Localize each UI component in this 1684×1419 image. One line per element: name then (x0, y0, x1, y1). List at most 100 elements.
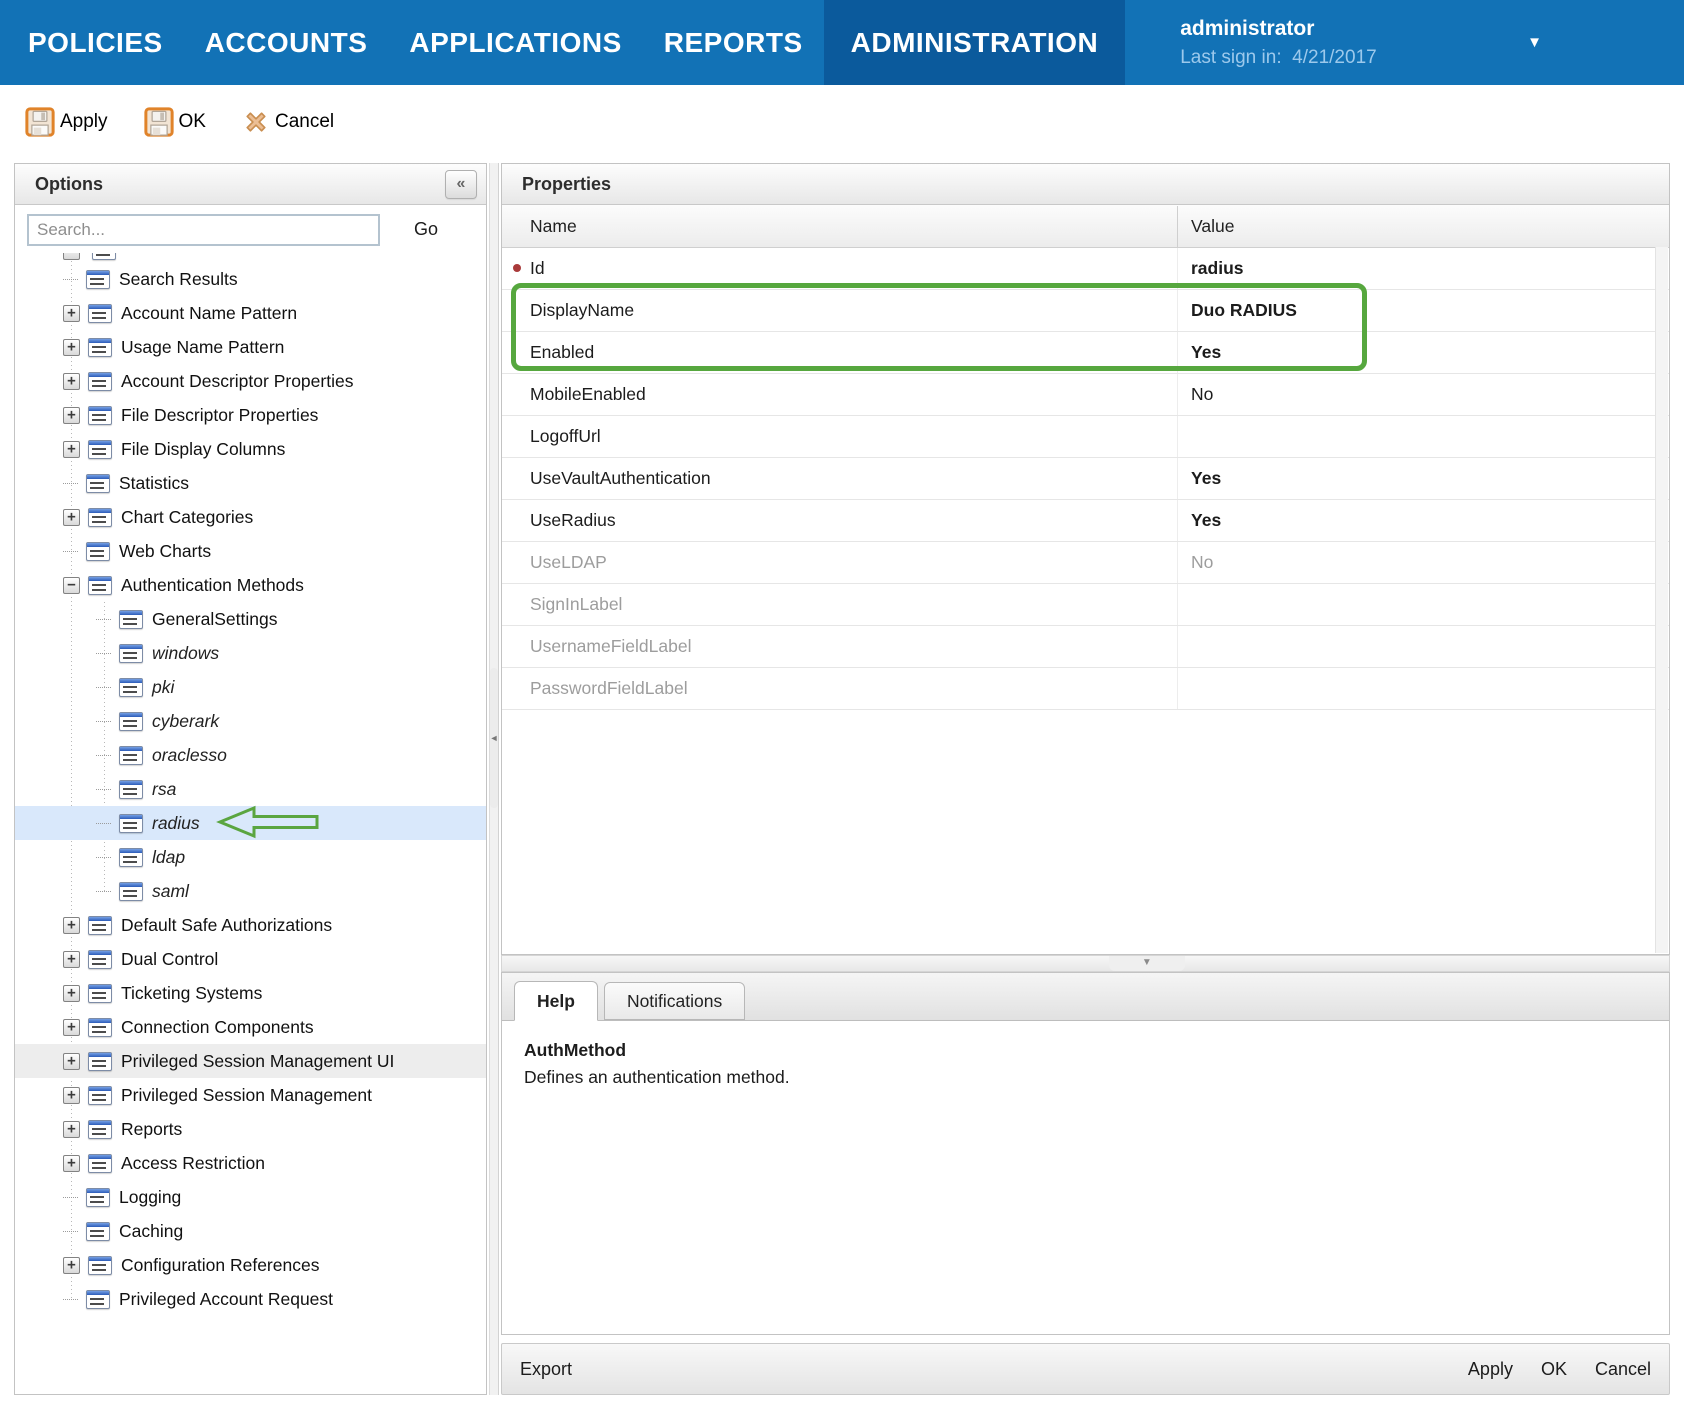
tree-item[interactable]: Authentication Methods (15, 568, 486, 602)
property-value[interactable]: Yes (1178, 458, 1669, 499)
footer-ok-button[interactable]: OK (1541, 1359, 1567, 1380)
col-value-label[interactable]: Value (1178, 216, 1669, 237)
property-row[interactable]: UsernameFieldLabel (502, 626, 1669, 668)
export-button[interactable]: Export (520, 1359, 572, 1380)
tree-item[interactable]: saml (15, 874, 486, 908)
expand-toggle-icon[interactable] (63, 1053, 80, 1070)
expand-toggle-icon[interactable] (96, 619, 111, 620)
tree-item[interactable]: Privileged Account Request (15, 1282, 486, 1316)
property-value[interactable]: Yes (1178, 500, 1669, 541)
expand-toggle-icon[interactable] (63, 1087, 80, 1104)
expand-toggle-icon[interactable] (63, 1155, 80, 1172)
expand-toggle-icon[interactable] (63, 441, 80, 458)
footer-apply-button[interactable]: Apply (1468, 1359, 1513, 1380)
tree-item[interactable]: cyberark (15, 704, 486, 738)
property-value[interactable]: No (1178, 542, 1669, 583)
expand-toggle-icon[interactable] (63, 551, 78, 552)
expand-toggle-icon[interactable] (63, 917, 80, 934)
expand-toggle-icon[interactable] (63, 1231, 78, 1232)
expand-toggle-icon[interactable] (96, 755, 111, 756)
property-value[interactable]: Yes (1178, 332, 1669, 373)
nav-tab[interactable]: ACCOUNTS (184, 0, 389, 85)
tree-item[interactable]: Ticketing Systems (15, 976, 486, 1010)
tree-item[interactable]: Privileged Session Management (15, 1078, 486, 1112)
tree-item-partial[interactable] (15, 253, 486, 262)
expand-toggle-icon[interactable] (63, 951, 80, 968)
property-row[interactable]: UseVaultAuthentication Yes (502, 458, 1669, 500)
nav-tab[interactable]: REPORTS (643, 0, 824, 85)
tree-item[interactable]: Account Name Pattern (15, 296, 486, 330)
bottom-tab[interactable]: Notifications (604, 982, 745, 1020)
nav-tab[interactable]: ADMINISTRATION (824, 0, 1126, 85)
props-hsplitter[interactable]: ▼ (501, 955, 1670, 972)
expand-toggle-icon[interactable] (63, 1257, 80, 1274)
property-value[interactable]: radius (1178, 248, 1669, 289)
expand-toggle-icon[interactable] (96, 687, 111, 688)
tree-item[interactable]: File Display Columns (15, 432, 486, 466)
collapse-panel-button[interactable]: « (445, 170, 477, 199)
tree-item[interactable]: Configuration References (15, 1248, 486, 1282)
tree-item[interactable]: Reports (15, 1112, 486, 1146)
expand-toggle-icon[interactable] (63, 985, 80, 1002)
tree-item[interactable]: Access Restriction (15, 1146, 486, 1180)
user-menu-caret-icon[interactable]: ▼ (1527, 34, 1542, 51)
property-value[interactable] (1178, 584, 1669, 625)
property-row[interactable]: UseRadius Yes (502, 500, 1669, 542)
nav-tab[interactable]: POLICIES (7, 0, 184, 85)
panel-vsplitter[interactable]: ◄ (489, 163, 499, 1395)
cancel-button[interactable]: Cancel (242, 108, 334, 136)
property-row[interactable]: PasswordFieldLabel (502, 668, 1669, 710)
tree-item[interactable]: Web Charts (15, 534, 486, 568)
tree-item[interactable]: Connection Components (15, 1010, 486, 1044)
apply-button[interactable]: Apply (25, 107, 108, 137)
tree-item[interactable]: rsa (15, 772, 486, 806)
tree-item[interactable]: Caching (15, 1214, 486, 1248)
tree-item[interactable]: Chart Categories (15, 500, 486, 534)
tree-item[interactable]: Usage Name Pattern (15, 330, 486, 364)
col-name-label[interactable]: Name (502, 206, 1178, 247)
search-input[interactable] (27, 214, 380, 246)
property-row[interactable]: Id radius (502, 248, 1669, 290)
property-value[interactable] (1178, 626, 1669, 667)
expand-toggle-icon[interactable] (63, 577, 80, 594)
property-value[interactable] (1178, 668, 1669, 709)
go-button[interactable]: Go (414, 219, 438, 240)
property-row[interactable]: Enabled Yes (502, 332, 1669, 374)
property-row[interactable]: UseLDAP No (502, 542, 1669, 584)
expand-toggle-icon[interactable] (63, 1121, 80, 1138)
property-value[interactable]: Duo RADIUS (1178, 290, 1669, 331)
tree-item[interactable]: Privileged Session Management UI (15, 1044, 486, 1078)
expand-toggle-icon[interactable] (63, 509, 80, 526)
tree-item[interactable]: Account Descriptor Properties (15, 364, 486, 398)
tree-item[interactable]: Logging (15, 1180, 486, 1214)
tree-item[interactable]: ldap (15, 840, 486, 874)
tree-item[interactable]: GeneralSettings (15, 602, 486, 636)
property-row[interactable]: LogoffUrl (502, 416, 1669, 458)
expand-toggle-icon[interactable] (63, 1019, 80, 1036)
tree-item[interactable]: Search Results (15, 262, 486, 296)
expand-toggle-icon[interactable] (63, 373, 80, 390)
footer-cancel-button[interactable]: Cancel (1595, 1359, 1651, 1380)
property-row[interactable]: SignInLabel (502, 584, 1669, 626)
expand-toggle-icon[interactable] (63, 305, 80, 322)
expand-toggle-icon[interactable] (63, 279, 78, 280)
expand-toggle-icon[interactable] (63, 483, 78, 484)
expand-toggle-icon[interactable] (96, 789, 111, 790)
expand-toggle-icon[interactable] (63, 407, 80, 424)
properties-scrollbar-track[interactable] (1655, 247, 1668, 953)
expand-toggle-icon[interactable] (96, 891, 111, 892)
tree-item[interactable]: Default Safe Authorizations (15, 908, 486, 942)
tree-item[interactable]: pki (15, 670, 486, 704)
vsplitter-collapse-handle[interactable]: ◄ (490, 668, 498, 808)
tree-item[interactable]: oraclesso (15, 738, 486, 772)
expand-toggle-icon[interactable] (63, 339, 80, 356)
tree-item[interactable]: Dual Control (15, 942, 486, 976)
expand-toggle-icon[interactable] (63, 1299, 78, 1300)
tree-item[interactable]: Statistics (15, 466, 486, 500)
expand-toggle-icon[interactable] (63, 1197, 78, 1198)
property-value[interactable] (1178, 416, 1669, 457)
tree-item[interactable]: windows (15, 636, 486, 670)
expand-toggle-icon[interactable] (96, 721, 111, 722)
expand-toggle-icon[interactable] (96, 857, 111, 858)
property-row[interactable]: DisplayName Duo RADIUS (502, 290, 1669, 332)
